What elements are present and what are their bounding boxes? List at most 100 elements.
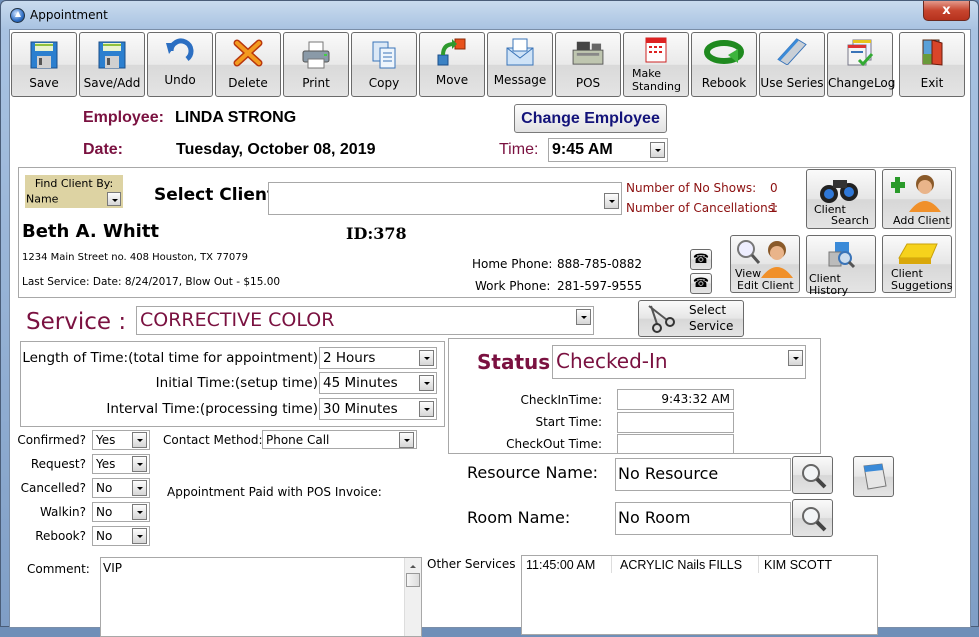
chevron-down-icon[interactable] bbox=[604, 193, 619, 209]
chevron-down-icon[interactable] bbox=[399, 431, 414, 448]
title-bar: Appointment x bbox=[1, 1, 978, 29]
close-button[interactable]: x bbox=[923, 1, 970, 21]
telephone-icon: ☎ bbox=[692, 276, 710, 291]
find-client-by: Find Client By: Name bbox=[25, 175, 123, 208]
client-history-icon bbox=[828, 242, 856, 269]
resource-label: Resource Name: bbox=[467, 463, 599, 482]
chevron-down-icon[interactable] bbox=[132, 504, 147, 520]
client-suggestions-button[interactable]: Client Suggetions bbox=[882, 235, 953, 293]
save-button[interactable]: Save bbox=[11, 32, 77, 97]
change-employee-button[interactable]: Change Employee bbox=[514, 104, 667, 133]
find-client-by-dropdown[interactable]: Name bbox=[25, 190, 123, 208]
print-button[interactable]: Print bbox=[283, 32, 349, 97]
resource-field[interactable]: No Resource bbox=[615, 458, 791, 491]
walkin-dropdown[interactable]: No bbox=[92, 502, 150, 522]
copy-button[interactable]: Copy bbox=[351, 32, 417, 97]
chevron-down-icon[interactable] bbox=[107, 192, 121, 206]
select-service-label-2: Service bbox=[689, 319, 734, 333]
cancellations-label: Number of Cancellations: bbox=[626, 201, 779, 215]
add-user-icon bbox=[891, 175, 941, 212]
message-label: Message bbox=[493, 73, 547, 87]
comment-textarea[interactable]: VIP bbox=[100, 557, 422, 637]
chevron-down-icon[interactable] bbox=[419, 401, 434, 417]
comment-scrollbar[interactable] bbox=[404, 558, 421, 636]
employee-label: Employee: bbox=[83, 109, 164, 126]
exit-door-icon bbox=[922, 39, 943, 66]
printer-icon bbox=[302, 41, 330, 69]
undo-button[interactable]: Undo bbox=[147, 32, 213, 97]
time-label: Time: bbox=[499, 141, 539, 158]
home-phone-value: 888-785-0882 bbox=[557, 257, 643, 271]
select-client-dropdown[interactable] bbox=[268, 182, 622, 215]
calendar-button[interactable] bbox=[853, 456, 894, 497]
appointment-window: Appointment x Save Save/Add Undo Delete bbox=[0, 0, 979, 637]
chevron-down-icon[interactable] bbox=[132, 432, 147, 448]
rebook-icon bbox=[704, 40, 744, 64]
exit-button[interactable]: Exit bbox=[899, 32, 965, 97]
rebook-label: Rebook? bbox=[35, 529, 86, 543]
length-dropdown[interactable]: 2 Hours bbox=[319, 347, 437, 369]
status-label: Status: bbox=[477, 350, 559, 374]
changelog-button[interactable]: ChangeLog bbox=[827, 32, 895, 97]
time-dropdown[interactable]: 9:45 AM bbox=[548, 138, 668, 162]
contact-method-dropdown[interactable]: Phone Call bbox=[262, 430, 417, 449]
client-history-button[interactable]: Client History bbox=[806, 235, 876, 297]
initial-dropdown[interactable]: 45 Minutes bbox=[319, 372, 437, 394]
start-time-field[interactable] bbox=[617, 412, 734, 433]
use-series-button[interactable]: Use Series bbox=[759, 32, 825, 97]
chevron-down-icon[interactable] bbox=[419, 375, 434, 391]
room-field[interactable]: No Room bbox=[615, 502, 791, 535]
checkout-time-field[interactable] bbox=[617, 434, 734, 454]
edit-client-label: Edit Client bbox=[737, 279, 794, 292]
service-value: CORRECTIVE COLOR bbox=[140, 309, 335, 331]
confirmed-dropdown[interactable]: Yes bbox=[92, 430, 150, 450]
pos-button[interactable]: POS bbox=[555, 32, 621, 97]
scroll-thumb[interactable] bbox=[406, 573, 420, 587]
view-edit-client-button[interactable]: View Edit Client bbox=[730, 235, 800, 293]
message-button[interactable]: Message bbox=[487, 32, 553, 97]
window-title: Appointment bbox=[30, 8, 108, 22]
delete-button[interactable]: Delete bbox=[215, 32, 281, 97]
save-add-button[interactable]: Save/Add bbox=[79, 32, 145, 97]
select-client-label: Select Client: bbox=[154, 185, 282, 205]
call-home-phone-button[interactable]: ☎ bbox=[690, 249, 712, 270]
save-add-label: Save/Add bbox=[83, 76, 141, 90]
add-client-button[interactable]: Add Client bbox=[882, 169, 952, 229]
call-work-phone-button[interactable]: ☎ bbox=[690, 273, 712, 294]
cancelled-dropdown[interactable]: No bbox=[92, 478, 150, 498]
chevron-down-icon[interactable] bbox=[419, 350, 434, 366]
select-service-button[interactable]: Select Service bbox=[638, 300, 744, 337]
changelog-icon bbox=[847, 39, 874, 67]
room-search-button[interactable] bbox=[792, 499, 833, 537]
make-standing-label-line: Make bbox=[632, 67, 661, 80]
contact-method-label: Contact Method: bbox=[163, 433, 263, 447]
chevron-down-icon[interactable] bbox=[650, 142, 665, 158]
service-dropdown[interactable]: CORRECTIVE COLOR bbox=[136, 306, 594, 335]
request-dropdown[interactable]: Yes bbox=[92, 454, 150, 474]
other-services-list[interactable]: 11:45:00 AM ACRYLIC Nails FILLS KIM SCOT… bbox=[521, 555, 878, 635]
service-label: Service : bbox=[26, 309, 127, 335]
start-time-label: Start Time: bbox=[535, 415, 602, 429]
cash-register-icon bbox=[572, 41, 604, 65]
chevron-down-icon[interactable] bbox=[132, 480, 147, 496]
interval-dropdown[interactable]: 30 Minutes bbox=[319, 398, 437, 420]
make-standing-button[interactable]: Make Standing bbox=[623, 32, 689, 97]
magnifier-icon bbox=[802, 464, 827, 489]
scroll-up-icon[interactable] bbox=[410, 565, 416, 568]
move-button[interactable]: Move bbox=[419, 32, 485, 97]
chevron-down-icon[interactable] bbox=[576, 309, 591, 325]
status-value: Checked-In bbox=[556, 349, 668, 373]
status-dropdown[interactable]: Checked-In bbox=[552, 345, 806, 379]
rebook-dropdown[interactable]: No bbox=[92, 526, 150, 546]
chevron-down-icon[interactable] bbox=[132, 528, 147, 544]
rebook-button[interactable]: Rebook bbox=[691, 32, 757, 97]
checkin-time-field[interactable]: 9:43:32 AM bbox=[617, 389, 734, 410]
work-phone-value: 281-597-9555 bbox=[557, 279, 643, 293]
add-client-label: Add Client bbox=[893, 214, 950, 227]
other-service-employee: KIM SCOTT bbox=[764, 558, 833, 572]
chevron-down-icon[interactable] bbox=[132, 456, 147, 472]
resource-search-button[interactable] bbox=[792, 456, 833, 494]
chevron-down-icon[interactable] bbox=[788, 350, 803, 366]
client-search-button[interactable]: Client Search bbox=[806, 169, 876, 229]
contact-method-value: Phone Call bbox=[266, 432, 330, 447]
